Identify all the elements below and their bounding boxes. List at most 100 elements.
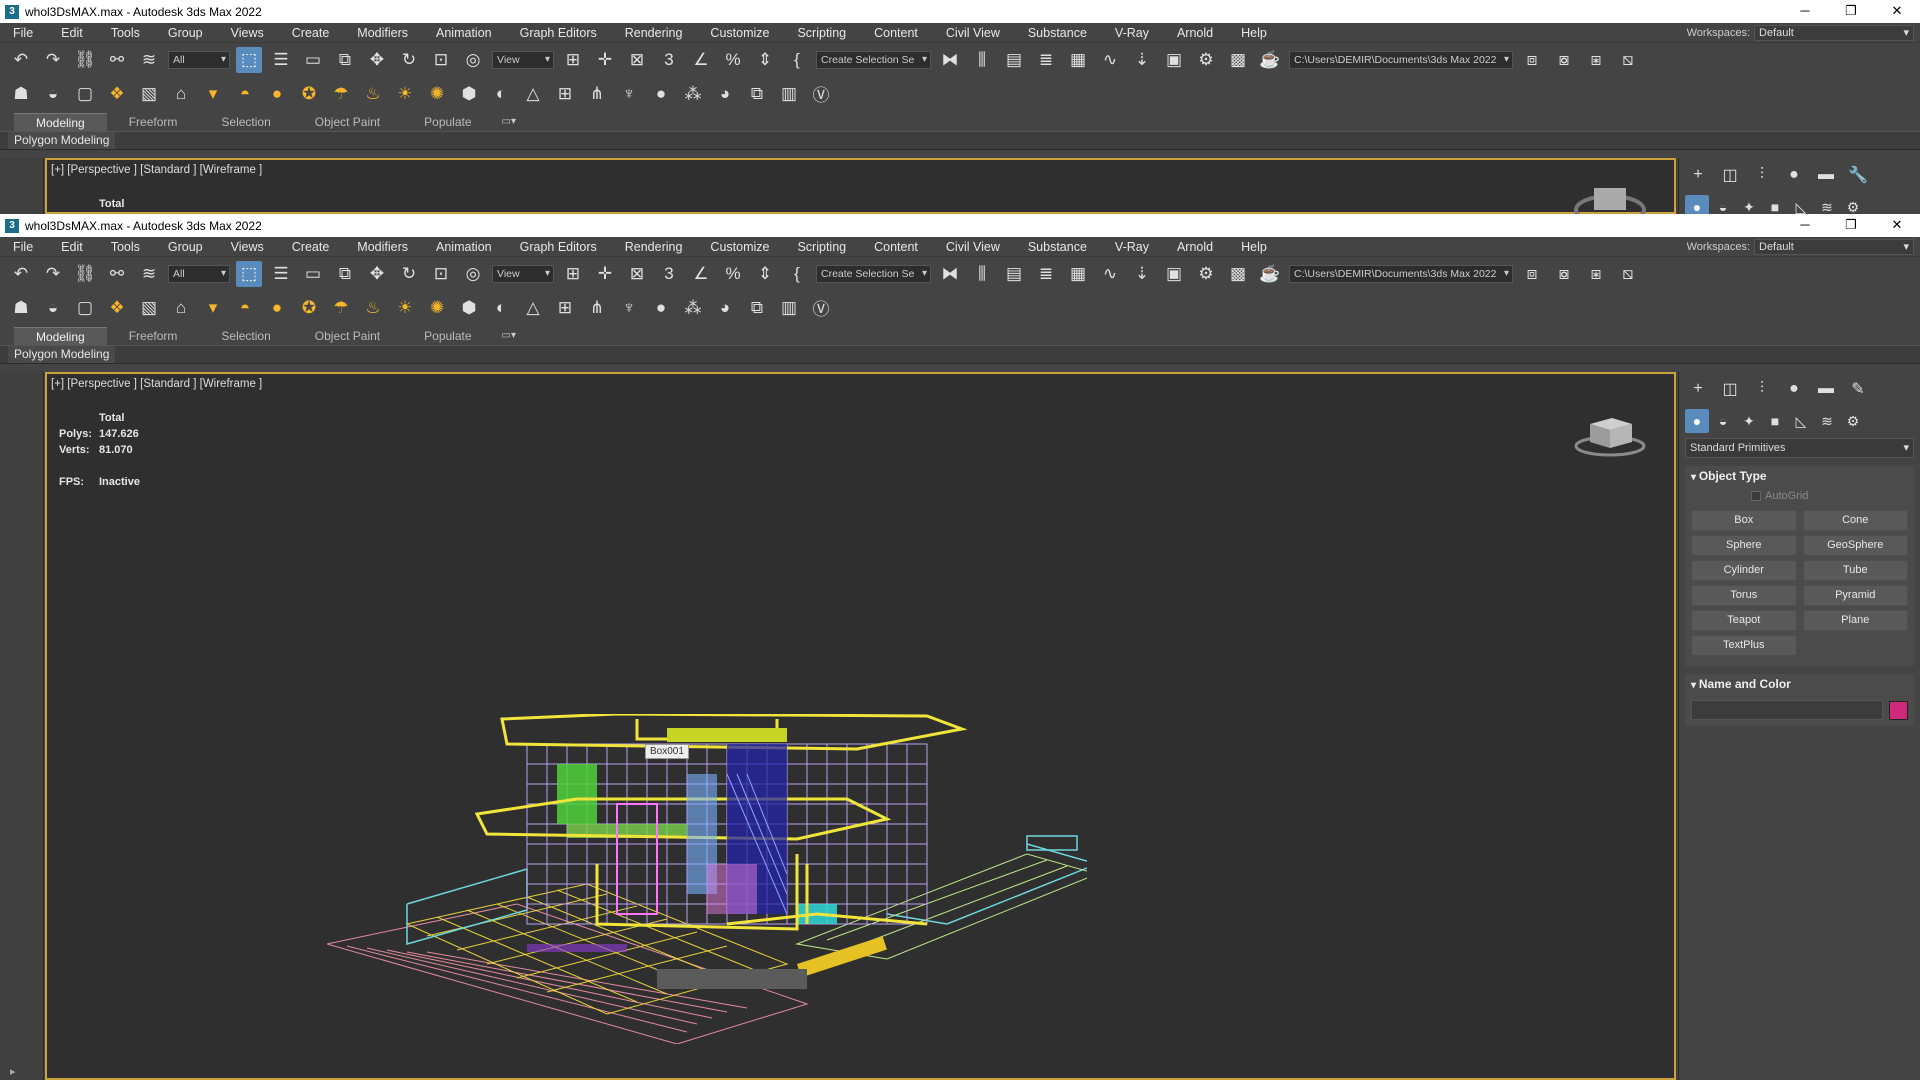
schematic-view-icon[interactable]: ⇣ xyxy=(1129,261,1155,287)
sun-icon[interactable]: ☀ xyxy=(392,295,418,321)
layer-explorer-icon[interactable]: ≣ xyxy=(1033,261,1059,287)
autogrid-checkbox[interactable]: AutoGrid xyxy=(1685,486,1914,506)
helpers-icon[interactable]: ◺ xyxy=(1789,409,1813,433)
sphere-render-icon[interactable]: ◒ xyxy=(40,81,66,107)
grass-icon[interactable]: ⋔ xyxy=(584,81,610,107)
undo-icon[interactable]: ↶ xyxy=(8,261,34,287)
plane-light-icon[interactable]: ▾ xyxy=(200,81,226,107)
menu-file[interactable]: File xyxy=(0,26,47,40)
menu-scripting[interactable]: Scripting xyxy=(783,240,860,254)
display-tab-icon[interactable]: ▬ xyxy=(1813,376,1839,402)
sphere-light-icon[interactable]: ● xyxy=(264,295,290,321)
box-proxy-icon[interactable]: ⬢ xyxy=(456,81,482,107)
hierarchy-tab-icon[interactable]: ⫶ xyxy=(1749,162,1775,188)
menu-graph-editors[interactable]: Graph Editors xyxy=(506,240,611,254)
menu-file[interactable]: File xyxy=(0,240,47,254)
redo-icon[interactable]: ↷ xyxy=(40,47,66,73)
select-by-name-icon[interactable]: ☰ xyxy=(268,47,294,73)
window-crossing-icon[interactable]: ⧉ xyxy=(332,261,358,287)
dome-light-icon[interactable]: ◓ xyxy=(232,295,258,321)
link-icon[interactable]: ⛓ xyxy=(72,47,98,73)
ribbon-options-icon[interactable]: ▭▾ xyxy=(502,327,516,345)
scene-explorer-icon[interactable]: ▤ xyxy=(1001,47,1027,73)
shapes-icon[interactable]: ◒ xyxy=(1711,409,1735,433)
vray-icon[interactable]: Ⓥ xyxy=(808,81,834,107)
object-name-input[interactable] xyxy=(1691,700,1883,720)
category-dropdown[interactable]: Standard Primitives xyxy=(1685,438,1914,458)
cameras-icon[interactable]: ■ xyxy=(1763,409,1787,433)
project-save-icon[interactable]: ⧅ xyxy=(1615,261,1641,287)
ribbon-options-icon[interactable]: ▭▾ xyxy=(502,113,516,131)
project-open-icon[interactable]: ⧆ xyxy=(1583,261,1609,287)
material-editor-icon[interactable]: ▣ xyxy=(1161,261,1187,287)
undo-icon[interactable]: ↶ xyxy=(8,47,34,73)
ies-light-icon[interactable]: ♨ xyxy=(360,81,386,107)
menu-help[interactable]: Help xyxy=(1227,240,1281,254)
menu-content[interactable]: Content xyxy=(860,26,932,40)
object-type-title[interactable]: Object Type xyxy=(1685,466,1914,486)
mesh-light-icon[interactable]: ✪ xyxy=(296,81,322,107)
chart-icon[interactable]: ▥ xyxy=(776,295,802,321)
utilities-tab-icon[interactable]: 🔧 xyxy=(1845,162,1871,188)
layers-icon[interactable]: ⧉ xyxy=(744,81,770,107)
spot-light-icon[interactable]: ☂ xyxy=(328,295,354,321)
ribbon-tab-selection[interactable]: Selection xyxy=(199,327,292,345)
edit-named-sets-icon[interactable]: { xyxy=(784,261,810,287)
angle-snap-icon[interactable]: ∠ xyxy=(688,47,714,73)
ribbon-tab-populate[interactable]: Populate xyxy=(402,113,493,131)
render-frame-icon[interactable]: ▩ xyxy=(1225,261,1251,287)
scene-explorer-icon[interactable]: ▤ xyxy=(1001,261,1027,287)
move-icon[interactable]: ✥ xyxy=(364,261,390,287)
toggle-ribbon-icon[interactable]: ▦ xyxy=(1065,47,1091,73)
select-manipulate-icon[interactable]: ✛ xyxy=(592,261,618,287)
teapot-button[interactable]: Teapot xyxy=(1691,610,1797,631)
mirror-icon[interactable]: ⧓ xyxy=(937,261,963,287)
viewcube-icon[interactable] xyxy=(1574,412,1646,460)
unlink-icon[interactable]: ⚯ xyxy=(104,47,130,73)
motion-tab-icon[interactable]: ● xyxy=(1781,376,1807,402)
place-icon[interactable]: ◎ xyxy=(460,47,486,73)
sun-icon[interactable]: ☀ xyxy=(392,81,418,107)
menu-vray[interactable]: V-Ray xyxy=(1101,26,1163,40)
sphere-button[interactable]: Sphere xyxy=(1691,535,1797,556)
viewport-label[interactable]: [+] [Perspective ] [Standard ] [Wirefram… xyxy=(51,378,262,390)
textplus-button[interactable]: TextPlus xyxy=(1691,635,1797,656)
rotate-icon[interactable]: ↻ xyxy=(396,261,422,287)
scale-icon[interactable]: ⊡ xyxy=(428,47,454,73)
menu-views[interactable]: Views xyxy=(217,240,278,254)
angle-snap-icon[interactable]: ∠ xyxy=(688,261,714,287)
hierarchy-tab-icon[interactable]: ⫶ xyxy=(1749,376,1775,402)
project-new-icon[interactable]: ⧇ xyxy=(1551,47,1577,73)
edit-named-sets-icon[interactable]: { xyxy=(784,47,810,73)
polygon-modeling-button[interactable]: Polygon Modeling xyxy=(8,346,116,363)
rect-region-icon[interactable]: ▭ xyxy=(300,261,326,287)
sphere-render-icon[interactable]: ◒ xyxy=(40,295,66,321)
teapot-icon[interactable]: ☗ xyxy=(8,295,34,321)
keyboard-shortcut-icon[interactable]: ⊠ xyxy=(624,261,650,287)
pivot-center-icon[interactable]: ⊞ xyxy=(560,47,586,73)
cameras-icon[interactable]: ■ xyxy=(1763,195,1787,214)
selection-filter-dropdown[interactable]: All xyxy=(168,50,230,69)
ref-coord-dropdown[interactable]: View xyxy=(492,264,554,283)
menu-customize[interactable]: Customize xyxy=(696,240,783,254)
motion-tab-icon[interactable]: ● xyxy=(1781,162,1807,188)
modify-tab-icon[interactable]: ◫ xyxy=(1717,376,1743,402)
bind-spacewarp-icon[interactable]: ≋ xyxy=(136,47,162,73)
cylinder-button[interactable]: Cylinder xyxy=(1691,560,1797,581)
layer-explorer-icon[interactable]: ≣ xyxy=(1033,47,1059,73)
minimize-button[interactable]: ─ xyxy=(1782,214,1828,237)
spacewarps-icon[interactable]: ≋ xyxy=(1815,195,1839,215)
minimize-button[interactable]: ─ xyxy=(1782,0,1828,23)
ribbon-tab-modeling[interactable]: Modeling xyxy=(14,113,107,131)
spinner-snap-icon[interactable]: ⇕ xyxy=(752,47,778,73)
ies-light-icon[interactable]: ♨ xyxy=(360,295,386,321)
menu-create[interactable]: Create xyxy=(278,26,344,40)
spot-light-icon[interactable]: ☂ xyxy=(328,81,354,107)
menu-substance[interactable]: Substance xyxy=(1014,240,1101,254)
select-object-icon[interactable]: ⬚ xyxy=(236,260,262,287)
ambient-light-icon[interactable]: ✺ xyxy=(424,295,450,321)
redo-icon[interactable]: ↷ xyxy=(40,261,66,287)
project-save-icon[interactable]: ⧅ xyxy=(1615,47,1641,73)
sphere-light-icon[interactable]: ● xyxy=(264,81,290,107)
create-tab-icon[interactable]: + xyxy=(1685,376,1711,402)
